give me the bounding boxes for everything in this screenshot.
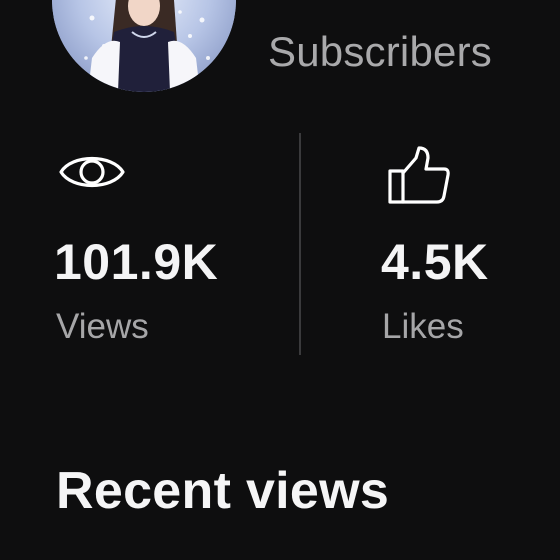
subscribers-label: Subscribers bbox=[268, 28, 492, 75]
recent-views-heading: Recent views bbox=[56, 462, 390, 520]
eye-icon bbox=[58, 148, 126, 196]
likes-label: Likes bbox=[382, 307, 464, 346]
stats-divider bbox=[299, 133, 301, 355]
views-count: 101.9K bbox=[54, 234, 219, 290]
avatar-image bbox=[52, 0, 236, 92]
likes-count: 4.5K bbox=[381, 234, 489, 290]
thumbs-up-icon bbox=[386, 144, 452, 206]
views-label: Views bbox=[56, 307, 149, 346]
avatar[interactable] bbox=[52, 0, 236, 92]
